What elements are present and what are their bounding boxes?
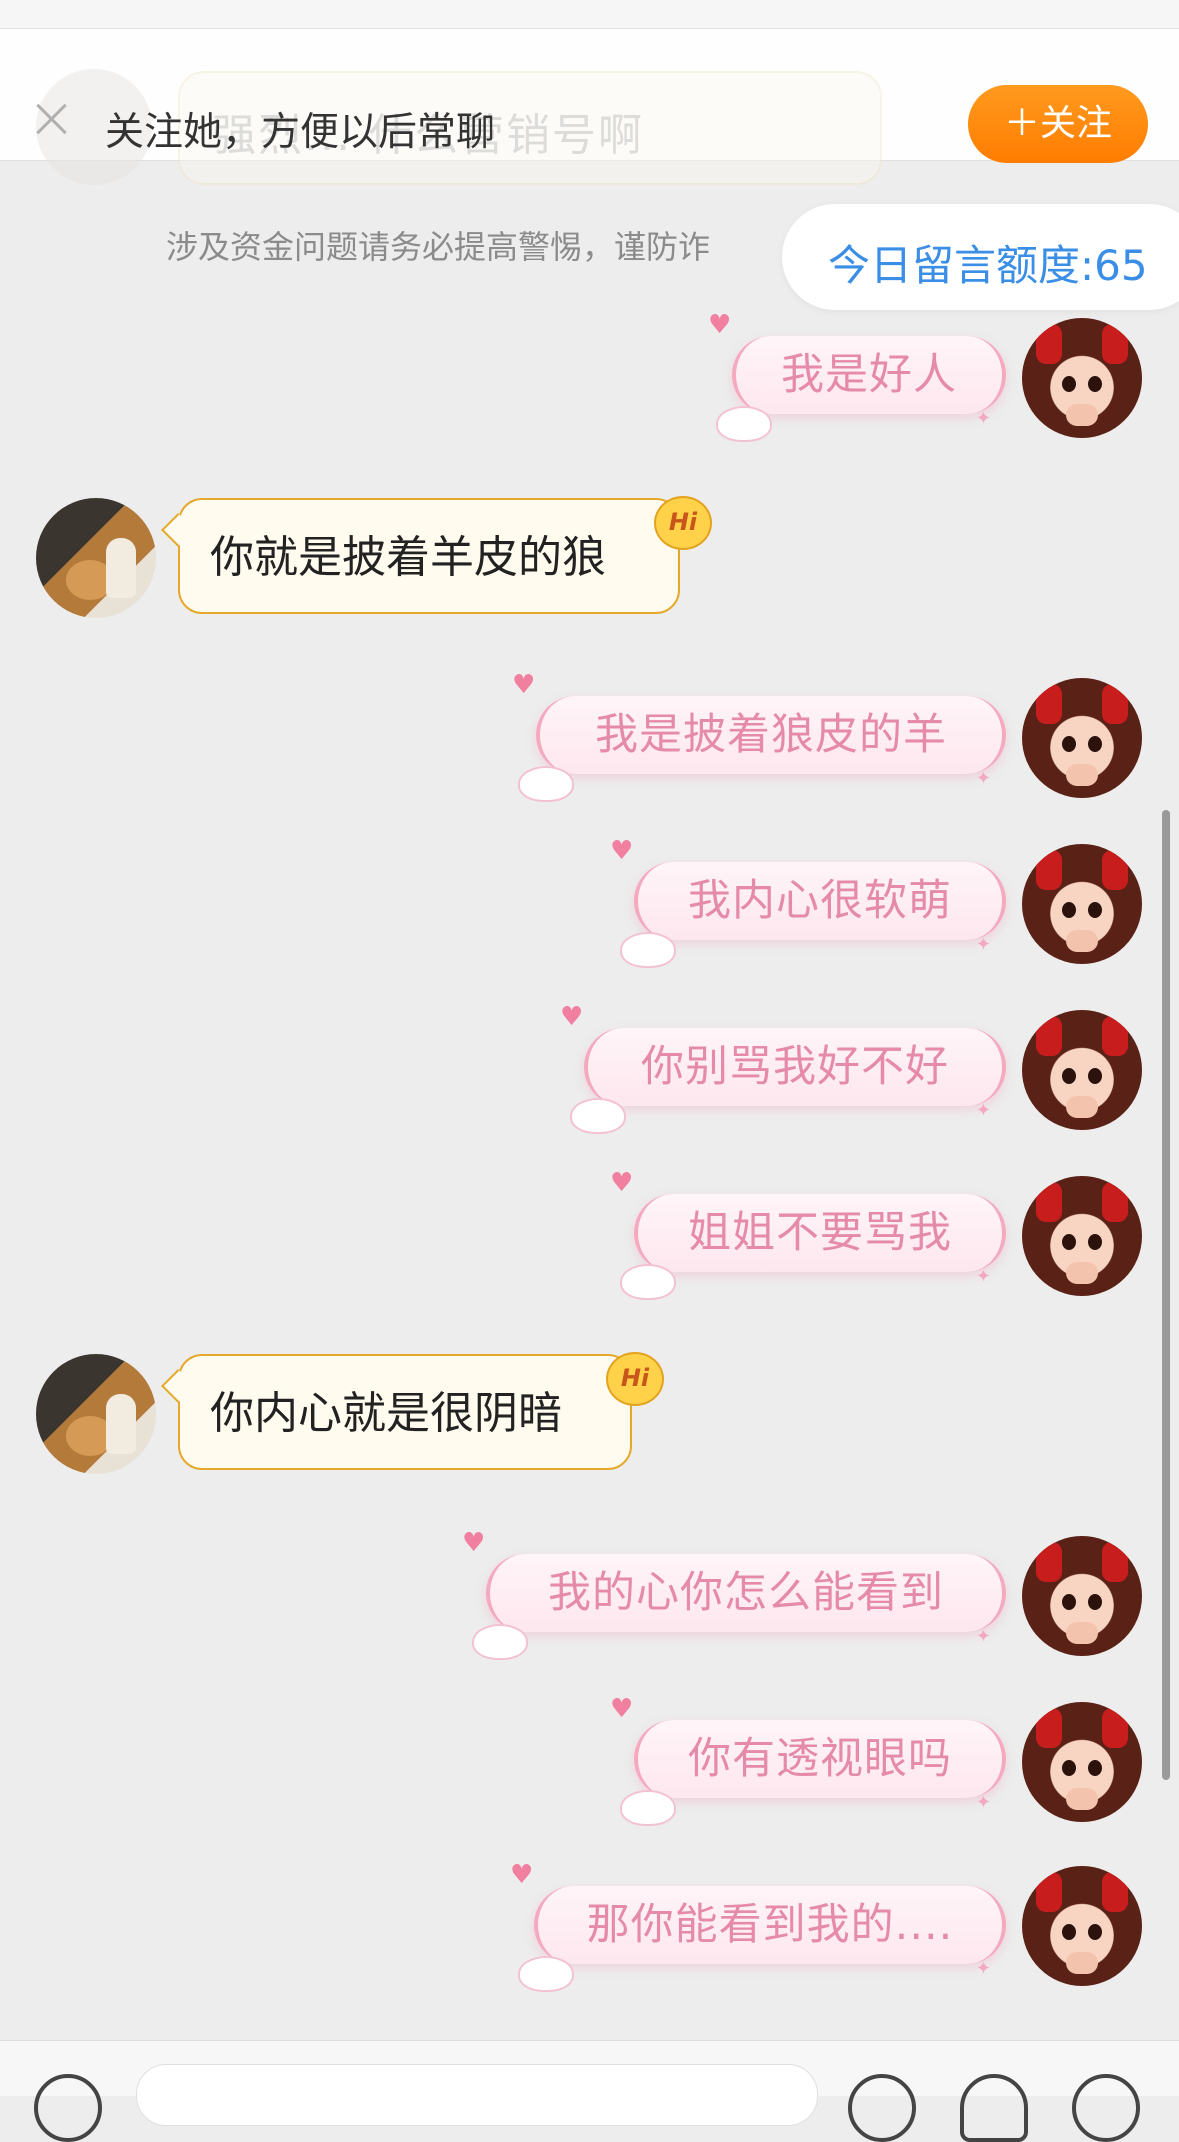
cat-deco-icon	[620, 932, 676, 968]
heart-deco-icon: ♥	[560, 1002, 584, 1032]
cat-deco-icon	[518, 1956, 574, 1992]
more-icon[interactable]	[1072, 2074, 1140, 2142]
voice-icon[interactable]	[34, 2074, 102, 2142]
my-avatar[interactable]	[1022, 678, 1142, 798]
follow-banner: 强烈... 什么营销号啊 关注她，方便以后常聊 ＋关注	[0, 29, 1179, 185]
cat-deco-icon	[472, 1624, 528, 1660]
message-bubble[interactable]: 你有透视眼吗	[634, 1720, 1006, 1812]
my-avatar[interactable]	[1022, 1866, 1142, 1986]
message-quota-badge: 今日留言额度:65	[782, 204, 1179, 310]
heart-deco-icon: ♥	[610, 1694, 634, 1724]
heart-deco-icon: ♥	[610, 1168, 634, 1198]
message-bubble[interactable]: 你内心就是很阴暗	[161, 1354, 632, 1470]
gift-icon[interactable]	[960, 2074, 1028, 2142]
bubble-tail	[161, 1369, 195, 1403]
bubble-tail	[161, 513, 195, 547]
my-avatar[interactable]	[1022, 1176, 1142, 1296]
close-icon[interactable]	[30, 97, 74, 141]
heart-deco-icon: ♥	[510, 1860, 534, 1890]
message-text: 你内心就是很阴暗	[210, 1388, 562, 1439]
cat-deco-icon	[570, 1098, 626, 1134]
cat-deco-icon	[620, 1264, 676, 1300]
message-bubble[interactable]: 那你能看到我的....	[534, 1886, 1006, 1978]
scrollbar[interactable]	[1162, 810, 1170, 1780]
hi-badge-icon: Hi	[606, 1352, 664, 1406]
message-input[interactable]	[136, 2064, 818, 2126]
heart-deco-icon: ♥	[462, 1528, 486, 1558]
heart-deco-icon: ♥	[610, 836, 634, 866]
follow-button[interactable]: ＋关注	[968, 85, 1148, 163]
message-bubble[interactable]: 我的心你怎么能看到	[486, 1554, 1006, 1646]
message-quota-text: 今日留言额度:65	[828, 241, 1148, 290]
my-avatar[interactable]	[1022, 1536, 1142, 1656]
heart-deco-icon: ♥	[708, 310, 732, 340]
hi-badge-icon: Hi	[654, 496, 712, 550]
message-bubble[interactable]: 我是披着狼皮的羊	[536, 696, 1006, 788]
message-bubble[interactable]: 我是好人	[732, 336, 1006, 428]
cat-deco-icon	[518, 766, 574, 802]
message-bubble[interactable]: 你别骂我好不好	[584, 1028, 1006, 1120]
security-notice: 涉及资金问题请务必提高警惕，谨防诈	[166, 228, 711, 266]
cat-deco-icon	[716, 406, 772, 442]
her-avatar[interactable]	[36, 1354, 156, 1474]
message-bubble[interactable]: 我内心很软萌	[634, 862, 1006, 954]
message-bubble[interactable]: 你就是披着羊皮的狼	[161, 498, 680, 614]
message-bubble[interactable]: 姐姐不要骂我	[634, 1194, 1006, 1286]
emoji-icon[interactable]	[848, 2074, 916, 2142]
status-strip	[0, 0, 1179, 29]
heart-deco-icon: ♥	[512, 670, 536, 700]
cat-deco-icon	[620, 1790, 676, 1826]
my-avatar[interactable]	[1022, 1702, 1142, 1822]
her-avatar[interactable]	[36, 498, 156, 618]
message-text: 你就是披着羊皮的狼	[210, 532, 606, 583]
follow-prompt-text: 关注她，方便以后常聊	[105, 110, 496, 155]
my-avatar[interactable]	[1022, 1010, 1142, 1130]
my-avatar[interactable]	[1022, 844, 1142, 964]
my-avatar[interactable]	[1022, 318, 1142, 438]
